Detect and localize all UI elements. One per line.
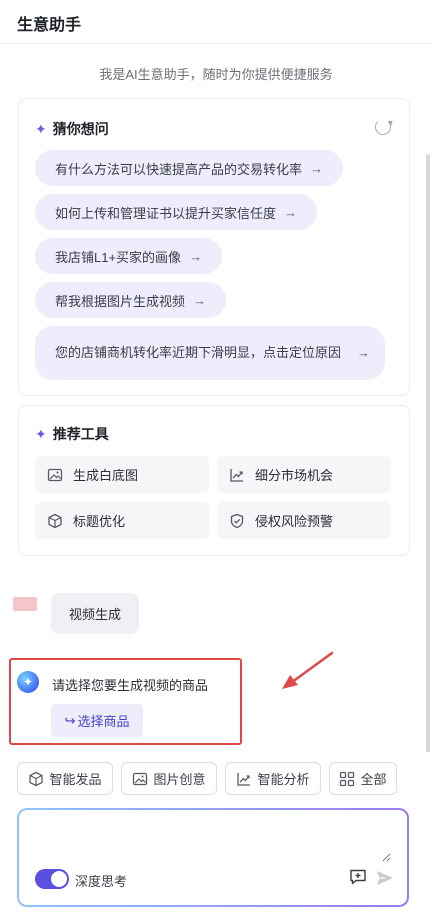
- scrollbar[interactable]: [426, 154, 430, 752]
- shield-check-icon: [230, 513, 244, 528]
- cube-icon: [29, 771, 44, 786]
- composer: 深度思考: [17, 808, 409, 907]
- quick-action-label: 智能分析: [257, 772, 310, 787]
- tools-card-title: 推荐工具: [52, 426, 109, 442]
- sparkle-icon: ✦: [35, 121, 47, 137]
- arrow-right-icon: →: [310, 160, 324, 176]
- hero-subtitle: 我是AI生意助手，随时为你提供便捷服务: [99, 67, 333, 82]
- quick-action-label: 全部: [360, 772, 387, 787]
- user-message-bubble: 视频生成: [51, 593, 139, 634]
- cube-icon: [48, 513, 62, 528]
- quick-action-label: 智能发品: [49, 772, 102, 787]
- suggestion-label: 如何上传和管理证书以提升买家信任度: [55, 205, 277, 221]
- suggestion-chip[interactable]: 如何上传和管理证书以提升买家信任度 →: [35, 194, 318, 230]
- deep-think-label: 深度思考: [75, 874, 128, 889]
- assistant-avatar-icon: ✦: [17, 671, 39, 693]
- sparkle-icon: ✦: [35, 426, 47, 442]
- tool-label: 标题优化: [73, 514, 126, 529]
- tool-label: 生成白底图: [73, 468, 139, 483]
- suggestion-label: 我店铺L1+买家的画像: [55, 249, 182, 265]
- composer-inner: 深度思考: [19, 810, 407, 905]
- new-chat-icon[interactable]: [349, 868, 367, 886]
- select-product-label: 选择商品: [77, 714, 130, 729]
- tool-label: 侵权风险预警: [255, 514, 334, 529]
- guess-card-header: ✦ 猜你想问: [35, 119, 109, 139]
- deep-think-toggle[interactable]: [35, 869, 69, 889]
- select-product-button[interactable]: ↪ 选择商品: [51, 704, 143, 737]
- reply-arrow-icon: ↪: [64, 712, 76, 728]
- quick-action-smart-analysis[interactable]: 智能分析: [225, 762, 321, 795]
- image-icon: [47, 468, 63, 481]
- quick-action-label: 图片创意: [153, 772, 206, 787]
- header-title: 生意助手: [17, 17, 82, 34]
- guess-card: ✦ 猜你想问 有什么方法可以快速提高产品的交易转化率 → 如何上传和管理证书以提升…: [18, 98, 410, 396]
- suggestion-label: 您的店铺商机转化率近期下滑明显，点击定位原因: [55, 345, 342, 360]
- send-icon[interactable]: [375, 868, 395, 888]
- chat-scroll-area[interactable]: 我是AI生意助手，随时为你提供便捷服务 ✦ 猜你想问 有什么方法可以快速提高产品…: [0, 44, 432, 752]
- quick-action-image-creative[interactable]: 图片创意: [121, 762, 217, 795]
- tool-generate-white-bg[interactable]: 生成白底图: [35, 456, 209, 493]
- tool-title-optimize[interactable]: 标题优化: [35, 502, 209, 539]
- app-header: 生意助手: [0, 0, 432, 44]
- refresh-icon[interactable]: [375, 119, 391, 135]
- assistant-message: 请选择您要生成视频的商品: [52, 678, 209, 693]
- tools-card: ✦ 推荐工具 生成白底图 细分市场机会 标题优化 侵权风险预警: [18, 405, 410, 556]
- quick-action-all[interactable]: 全部: [329, 762, 397, 795]
- annotation-arrow-icon: [282, 651, 334, 689]
- tool-label: 细分市场机会: [255, 468, 334, 483]
- guess-card-title: 猜你想问: [52, 121, 109, 137]
- suggestion-chip[interactable]: 有什么方法可以快速提高产品的交易转化率 →: [35, 150, 344, 186]
- message-input[interactable]: [31, 822, 391, 862]
- tool-market-opportunity[interactable]: 细分市场机会: [217, 456, 391, 493]
- suggestion-chip[interactable]: 帮我根据图片生成视频 →: [35, 282, 227, 318]
- tools-card-header: ✦ 推荐工具: [35, 424, 109, 444]
- suggestion-label: 有什么方法可以快速提高产品的交易转化率: [55, 161, 303, 177]
- trend-chart-icon: [230, 468, 243, 482]
- suggestion-chip[interactable]: 您的店铺商机转化率近期下滑明显，点击定位原因 →: [35, 326, 385, 380]
- arrow-right-icon: →: [357, 345, 370, 360]
- user-avatar: [13, 597, 37, 611]
- grid-icon: [340, 771, 355, 786]
- arrow-right-icon: →: [284, 204, 298, 220]
- tool-infringement-alert[interactable]: 侵权风险预警: [217, 502, 391, 539]
- suggestion-label: 帮我根据图片生成视频: [55, 293, 186, 309]
- quick-actions-bar: 智能发品 图片创意 智能分析 全部: [0, 762, 432, 796]
- arrow-right-icon: →: [189, 248, 203, 264]
- suggestion-chip[interactable]: 我店铺L1+买家的画像 →: [35, 238, 223, 274]
- image-icon: [133, 772, 148, 785]
- trend-chart-icon: [237, 772, 251, 786]
- quick-action-smart-publish[interactable]: 智能发品: [17, 762, 113, 795]
- arrow-right-icon: →: [193, 292, 207, 308]
